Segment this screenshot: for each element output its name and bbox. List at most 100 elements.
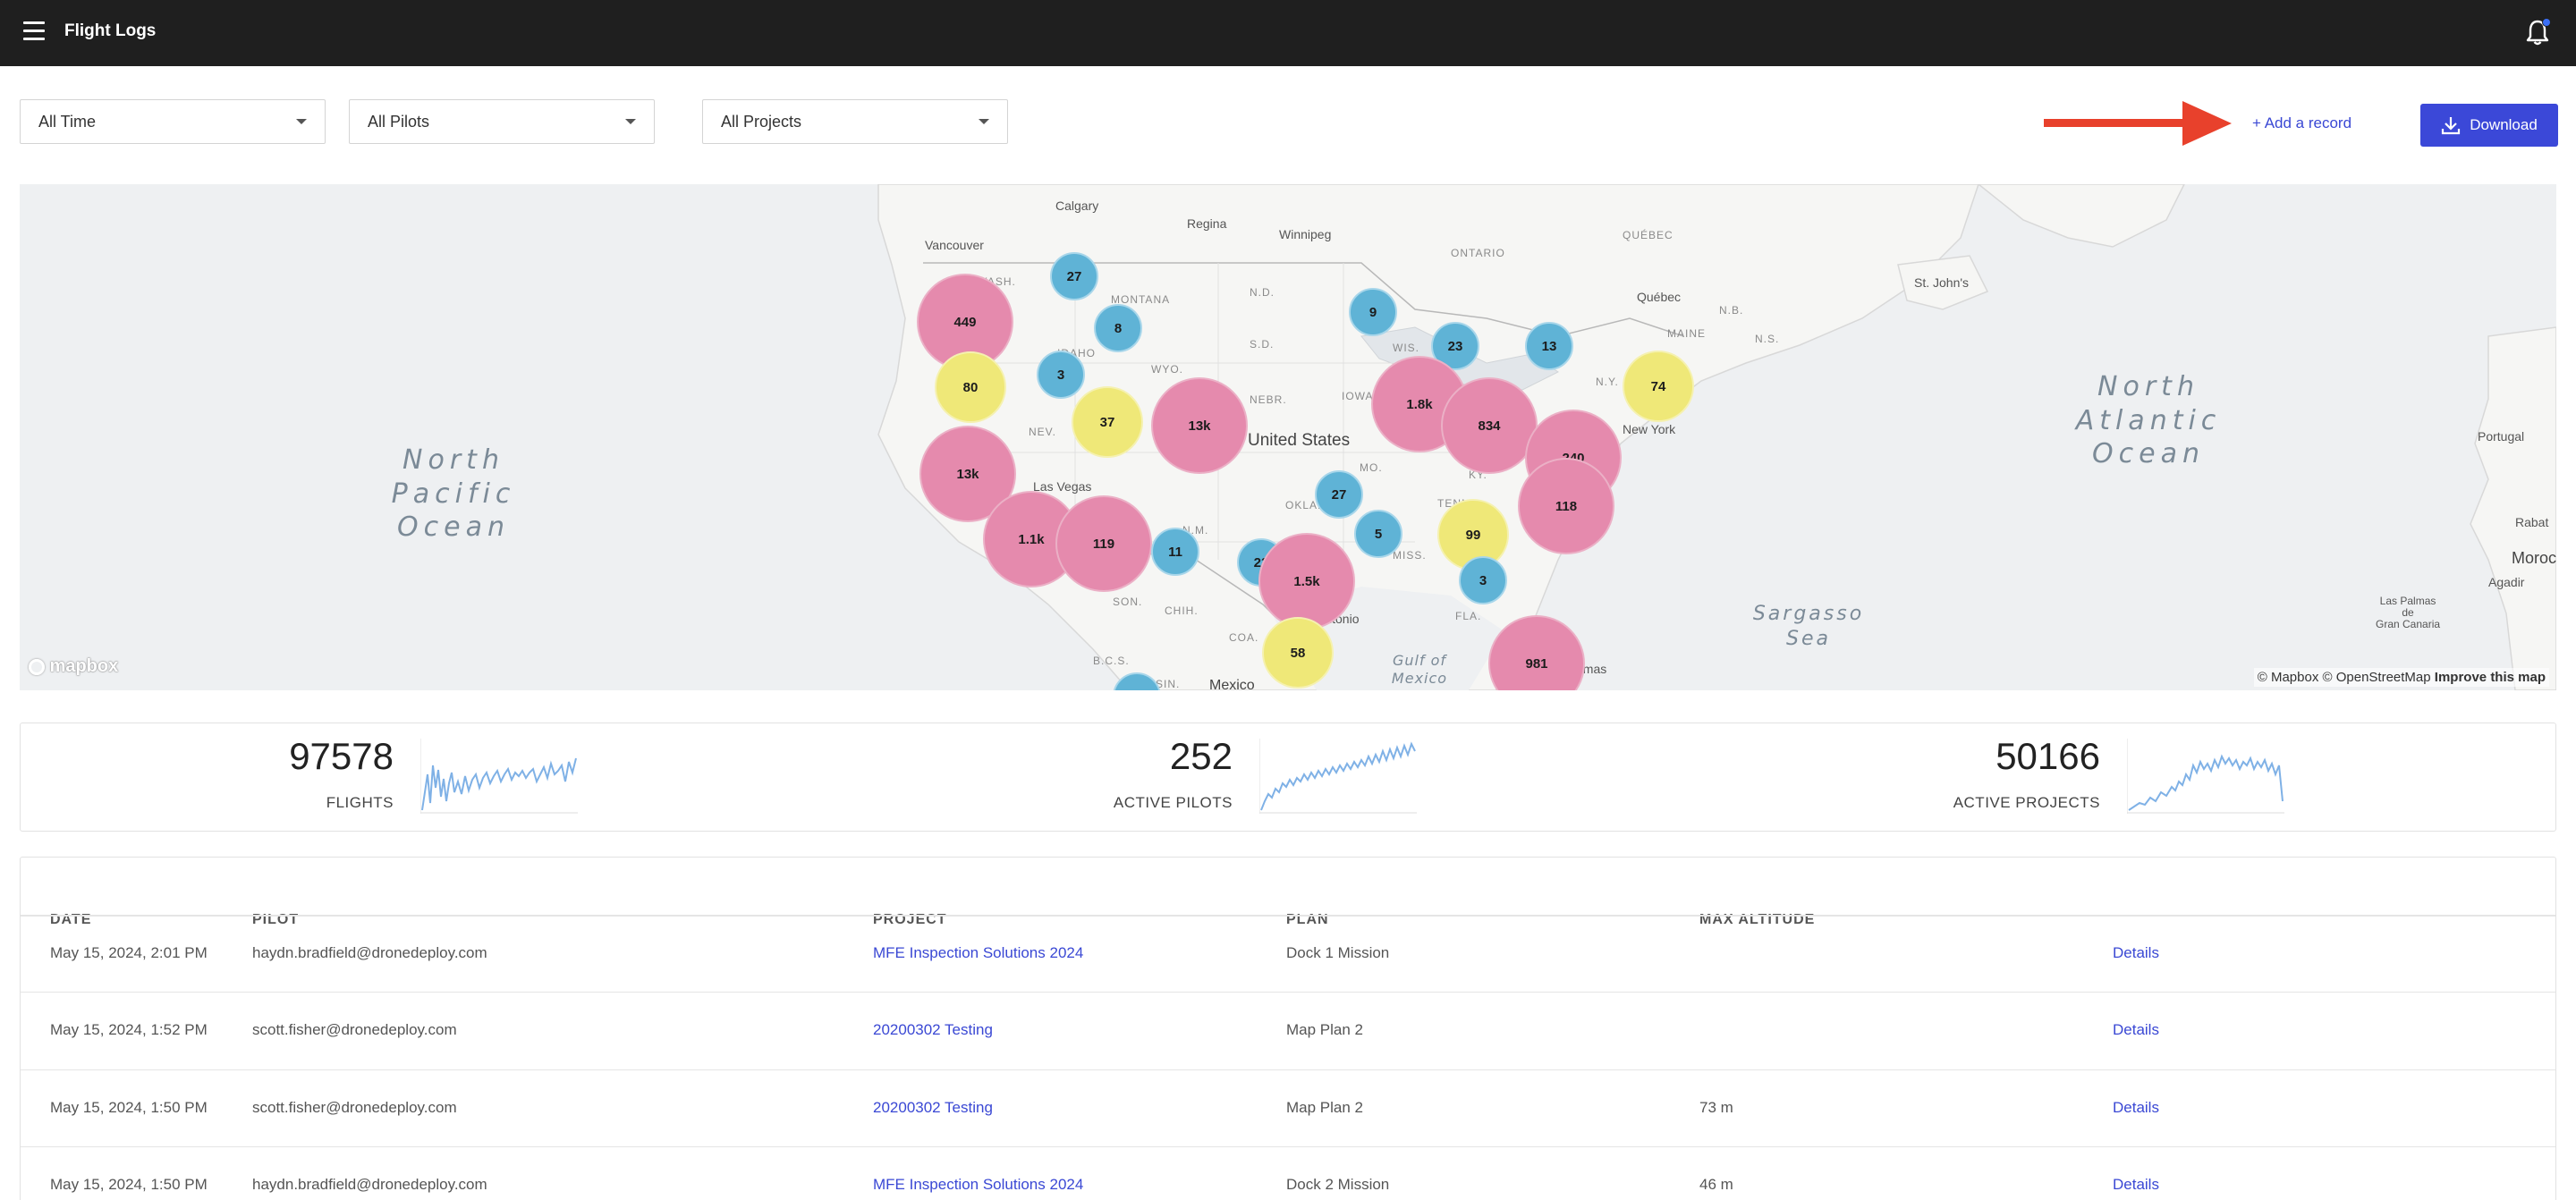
- map-cluster[interactable]: 5: [1354, 510, 1402, 558]
- row-details-link[interactable]: Details: [2113, 1099, 2159, 1117]
- place-agadir: Agadir: [2488, 575, 2525, 589]
- row-plan: Map Plan 2: [1286, 1099, 1363, 1116]
- place-mexico: Mexico: [1209, 678, 1255, 690]
- place-nd: N.D.: [1250, 286, 1275, 299]
- map-cluster[interactable]: 8: [1094, 304, 1142, 352]
- flight-map[interactable]: North Pacific Ocean North Atlantic Ocean…: [20, 184, 2556, 690]
- place-regina: Regina: [1187, 216, 1227, 231]
- row-plan: Map Plan 2: [1286, 1021, 1363, 1038]
- caret-down-icon: [625, 119, 636, 124]
- row-altitude: 46 m: [1699, 1176, 1733, 1193]
- row-details-link[interactable]: Details: [2113, 1176, 2159, 1194]
- place-quebec-city: Québec: [1637, 290, 1682, 304]
- map-cluster[interactable]: 11: [1151, 528, 1199, 576]
- map-cluster[interactable]: 80: [935, 351, 1006, 423]
- active-projects-label: ACTIVE PROJECTS: [1953, 794, 2100, 811]
- attribution-osm-link[interactable]: © OpenStreetMap: [2323, 670, 2431, 685]
- map-cluster[interactable]: 37: [1072, 386, 1143, 458]
- map-cluster[interactable]: 13k: [1151, 377, 1248, 474]
- attribution-mapbox-link[interactable]: © Mapbox: [2258, 670, 2319, 685]
- row-date: May 15, 2024, 2:01 PM: [50, 944, 208, 961]
- place-sd: S.D.: [1250, 338, 1275, 351]
- map-cluster[interactable]: 13: [1525, 322, 1573, 370]
- map-cluster[interactable]: 119: [1055, 495, 1152, 592]
- ocean-label-atlantic: North Atlantic Ocean: [2075, 371, 2222, 469]
- place-winnipeg: Winnipeg: [1279, 227, 1332, 241]
- map-cluster[interactable]: 58: [1262, 617, 1334, 689]
- map-cluster[interactable]: 1.5k: [1258, 533, 1355, 630]
- pilot-filter-value: All Pilots: [368, 112, 430, 131]
- table-divider: [21, 1146, 2555, 1147]
- time-filter-select[interactable]: All Time: [20, 99, 326, 144]
- row-date: May 15, 2024, 1:52 PM: [50, 1021, 208, 1038]
- place-coa: COA.: [1229, 631, 1259, 644]
- row-project-link[interactable]: MFE Inspection Solutions 2024: [873, 1176, 1083, 1194]
- download-icon: [2442, 117, 2461, 135]
- row-plan: Dock 2 Mission: [1286, 1176, 1390, 1193]
- row-date: May 15, 2024, 1:50 PM: [50, 1099, 208, 1116]
- place-nb: N.B.: [1719, 304, 1744, 317]
- place-rabat: Rabat: [2515, 515, 2549, 529]
- row-project-link[interactable]: MFE Inspection Solutions 2024: [873, 944, 1083, 962]
- table-divider: [21, 1069, 2555, 1070]
- row-pilot: scott.fisher@dronedeploy.com: [252, 1021, 457, 1038]
- place-new-york: New York: [1623, 422, 1676, 436]
- place-iowa: IOWA: [1342, 390, 1374, 402]
- place-bcs: B.C.S.: [1093, 655, 1130, 667]
- row-details-link[interactable]: Details: [2113, 1021, 2159, 1039]
- improve-map-link[interactable]: Improve this map: [2435, 670, 2546, 685]
- place-mo: MO.: [1360, 461, 1383, 474]
- row-project-link[interactable]: 20200302 Testing: [873, 1021, 993, 1039]
- map-cluster[interactable]: 3: [1037, 351, 1085, 399]
- row-details-link[interactable]: Details: [2113, 944, 2159, 962]
- active-projects-sparkline: [2127, 739, 2284, 814]
- active-pilots-count: 252: [1169, 735, 1233, 777]
- row-date: May 15, 2024, 1:50 PM: [50, 1176, 208, 1193]
- row-pilot: haydn.bradfield@dronedeploy.com: [252, 1176, 487, 1193]
- place-nebr: NEBR.: [1250, 393, 1287, 406]
- place-son: SON.: [1113, 596, 1143, 608]
- place-nev: NEV.: [1029, 426, 1056, 438]
- place-las-palmas: Las Palmas de Gran Canaria: [2376, 595, 2441, 631]
- place-wis: WIS.: [1393, 342, 1419, 354]
- place-vancouver: Vancouver: [925, 238, 984, 252]
- ocean-label-pacific: North Pacific Ocean: [391, 444, 516, 543]
- place-chih: CHIH.: [1165, 604, 1199, 617]
- add-record-link[interactable]: + Add a record: [2252, 114, 2351, 132]
- map-cluster[interactable]: 118: [1518, 458, 1614, 554]
- menu-icon[interactable]: [23, 21, 45, 43]
- map-cluster[interactable]: 27: [1315, 470, 1363, 519]
- caret-down-icon: [296, 119, 307, 124]
- map-cluster[interactable]: 9: [1349, 288, 1397, 336]
- notification-badge: [2542, 18, 2551, 27]
- map-cluster[interactable]: 74: [1623, 351, 1694, 422]
- active-pilots-sparkline: [1259, 739, 1417, 814]
- map-cluster[interactable]: 3: [1459, 556, 1507, 604]
- place-united-states: United States: [1248, 431, 1351, 450]
- active-projects-count: 50166: [1996, 735, 2100, 777]
- caret-down-icon: [979, 119, 989, 124]
- place-ontario: ONTARIO: [1451, 247, 1505, 259]
- row-altitude: 73 m: [1699, 1099, 1733, 1116]
- row-project-link[interactable]: 20200302 Testing: [873, 1099, 993, 1117]
- place-portugal: Portugal: [2478, 429, 2525, 444]
- place-moroc: Moroc: [2512, 549, 2556, 567]
- map-cluster[interactable]: 834: [1441, 377, 1538, 474]
- table-divider: [21, 992, 2555, 993]
- table-divider: [21, 916, 2555, 917]
- place-quebec: QUÉBEC: [1623, 229, 1674, 241]
- place-miss: MISS.: [1393, 549, 1427, 562]
- project-filter-select[interactable]: All Projects: [702, 99, 1008, 144]
- flights-label: FLIGHTS: [326, 794, 394, 811]
- project-filter-value: All Projects: [721, 112, 802, 131]
- download-button[interactable]: Download: [2420, 104, 2558, 147]
- row-pilot: scott.fisher@dronedeploy.com: [252, 1099, 457, 1116]
- flights-sparkline: [420, 739, 578, 814]
- notifications-button[interactable]: [2524, 18, 2553, 48]
- row-pilot: haydn.bradfield@dronedeploy.com: [252, 944, 487, 961]
- pilot-filter-select[interactable]: All Pilots: [349, 99, 655, 144]
- download-label: Download: [2470, 116, 2538, 133]
- map-cluster[interactable]: 27: [1050, 252, 1098, 300]
- ocean-label-gulf: Gulf of Mexico: [1391, 652, 1448, 687]
- place-wyo: WYO.: [1151, 363, 1183, 376]
